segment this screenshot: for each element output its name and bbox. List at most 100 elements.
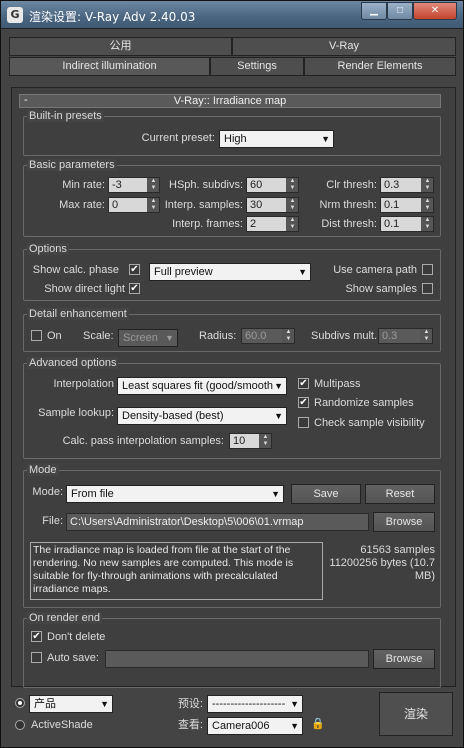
spinner-value: 2 — [247, 217, 286, 231]
spinner-value: 0.1 — [381, 198, 421, 212]
check-icon: ✔ — [299, 397, 308, 408]
current-preset-select[interactable]: High ▼ — [219, 130, 334, 148]
interp-samples-spinner[interactable]: 30 ▲ ▼ — [246, 197, 299, 213]
subdivs-mult-label: Subdivs mult. — [311, 330, 378, 342]
group-label: Detail enhancement — [27, 308, 129, 320]
spinner-arrows-icon[interactable]: ▲ ▼ — [422, 198, 433, 212]
group-label: Advanced options — [27, 357, 119, 369]
sample-lookup-select[interactable]: Density-based (best) ▼ — [117, 407, 287, 425]
check-icon: ✔ — [299, 378, 308, 389]
subdivs-mult-spinner[interactable]: 0.3 ▲ ▼ — [378, 328, 433, 344]
interpolation-label: Interpolation — [53, 378, 114, 390]
product-radio[interactable] — [15, 698, 25, 708]
spinner-arrows-icon[interactable]: ▲ ▼ — [287, 198, 298, 212]
app-icon: G — [7, 7, 23, 23]
show-calc-phase-checkbox[interactable]: ✔ — [129, 264, 140, 275]
reset-button[interactable]: Reset — [365, 484, 435, 504]
hsph-subdivs-spinner[interactable]: 60 ▲ ▼ — [246, 177, 299, 193]
spinner-arrows-icon[interactable]: ▲ ▼ — [148, 178, 159, 192]
use-camera-path-label: Use camera path — [333, 264, 417, 276]
spinner-arrows-icon[interactable]: ▲ ▼ — [421, 329, 432, 343]
browse-file-button[interactable]: Browse — [373, 512, 435, 532]
dont-delete-label: Don't delete — [47, 631, 106, 643]
interp-frames-label: Interp. frames: — [172, 218, 243, 230]
select-value: Density-based (best) — [122, 410, 224, 422]
preview-mode-select[interactable]: Full preview ▼ — [149, 263, 311, 281]
close-button[interactable]: ✕ — [413, 2, 457, 20]
select-value: Camera006 — [212, 720, 270, 732]
group-label: Options — [27, 243, 69, 255]
view-select[interactable]: Camera006 ▼ — [207, 717, 303, 735]
auto-save-checkbox[interactable] — [31, 652, 42, 663]
tab-common[interactable]: 公用 — [9, 37, 232, 56]
nrm-thresh-spinner[interactable]: 0.1 ▲ ▼ — [380, 197, 434, 213]
sample-lookup-label: Sample lookup: — [38, 407, 114, 419]
render-setup-window: G 渲染设置: V-Ray Adv 2.40.03 ▁ □ ✕ 公用 V-Ray… — [0, 0, 464, 748]
tab-vray[interactable]: V-Ray — [232, 37, 456, 56]
spinner-value: 10 — [230, 434, 259, 448]
interp-frames-spinner[interactable]: 2 ▲ ▼ — [246, 216, 299, 232]
minimize-button[interactable]: ▁ — [361, 2, 387, 20]
render-button[interactable]: 渲染 — [379, 692, 453, 736]
select-value: 产品 — [34, 698, 56, 710]
max-rate-spinner[interactable]: 0 ▲ ▼ — [108, 197, 160, 213]
spinner-arrows-icon[interactable]: ▲ ▼ — [422, 217, 433, 231]
spinner-arrows-icon[interactable]: ▲ ▼ — [287, 217, 298, 231]
show-calc-phase-label: Show calc. phase — [32, 264, 119, 276]
show-direct-light-label: Show direct light — [44, 283, 125, 295]
chevron-down-icon: ▼ — [274, 411, 283, 421]
detail-on-label: On — [47, 330, 62, 342]
spinner-arrows-icon[interactable]: ▲ ▼ — [283, 329, 294, 343]
lock-icon[interactable]: 🔒 — [311, 717, 325, 731]
dist-thresh-spinner[interactable]: 0.1 ▲ ▼ — [380, 216, 434, 232]
show-samples-checkbox[interactable] — [422, 283, 433, 294]
spinner-arrows-icon[interactable]: ▲ ▼ — [422, 178, 433, 192]
megabytes-size: MB) — [414, 570, 435, 582]
mode-description: The irradiance map is loaded from file a… — [30, 542, 323, 600]
spinner-arrows-icon[interactable]: ▲ ▼ — [260, 434, 271, 448]
tab-render-elements[interactable]: Render Elements — [304, 57, 456, 76]
spinner-arrows-icon[interactable]: ▲ ▼ — [287, 178, 298, 192]
min-rate-spinner[interactable]: -3 ▲ ▼ — [108, 177, 160, 193]
minimize-icon: ▁ — [370, 5, 378, 16]
tab-indirect-illumination[interactable]: Indirect illumination — [9, 57, 210, 76]
dont-delete-checkbox[interactable]: ✔ — [31, 631, 42, 642]
min-rate-label: Min rate: — [62, 179, 105, 191]
check-icon: ✔ — [130, 283, 139, 294]
rollout-header[interactable]: - V-Ray:: Irradiance map — [19, 94, 441, 108]
tab-settings[interactable]: Settings — [210, 57, 304, 76]
mode-select[interactable]: From file ▼ — [66, 485, 284, 503]
show-direct-light-checkbox[interactable]: ✔ — [129, 283, 140, 294]
check-sample-visibility-checkbox[interactable] — [298, 417, 309, 428]
product-select[interactable]: 产品 ▼ — [29, 695, 113, 713]
chevron-down-icon: ▼ — [321, 134, 330, 144]
calc-pass-spinner[interactable]: 10 ▲ ▼ — [229, 433, 272, 449]
interpolation-select[interactable]: Least squares fit (good/smooth ▼ — [117, 377, 287, 395]
chevron-down-icon: ▼ — [271, 489, 280, 499]
maximize-button[interactable]: □ — [387, 2, 413, 20]
tab-label: 公用 — [109, 40, 132, 52]
chevron-down-icon: ▼ — [290, 721, 299, 731]
check-icon: ✔ — [32, 631, 41, 642]
activeshade-radio[interactable] — [15, 720, 25, 730]
browse-autosave-button[interactable]: Browse — [373, 649, 435, 669]
randomize-samples-checkbox[interactable]: ✔ — [298, 397, 309, 408]
scale-select[interactable]: Screen ▼ — [118, 329, 178, 347]
detail-on-checkbox[interactable] — [31, 330, 42, 341]
auto-save-path-field[interactable] — [105, 650, 369, 668]
check-sample-visibility-label: Check sample visibility — [314, 417, 425, 429]
dist-thresh-label: Dist thresh: — [321, 218, 377, 230]
save-button[interactable]: Save — [291, 484, 361, 504]
show-samples-label: Show samples — [345, 283, 417, 295]
interp-samples-label: Interp. samples: — [164, 199, 243, 211]
use-camera-path-checkbox[interactable] — [422, 264, 433, 275]
multipass-checkbox[interactable]: ✔ — [298, 378, 309, 389]
clr-thresh-spinner[interactable]: 0.3 ▲ ▼ — [380, 177, 434, 193]
chevron-down-icon: ▼ — [165, 333, 174, 343]
file-label: File: — [42, 515, 63, 527]
radius-spinner[interactable]: 60.0 ▲ ▼ — [241, 328, 295, 344]
preset-select[interactable]: -------------------- ▼ — [207, 695, 303, 713]
file-path-field[interactable]: C:\Users\Administrator\Desktop\5\006\01.… — [66, 513, 369, 531]
group-label: Mode — [27, 464, 59, 476]
select-value: Full preview — [154, 266, 213, 278]
